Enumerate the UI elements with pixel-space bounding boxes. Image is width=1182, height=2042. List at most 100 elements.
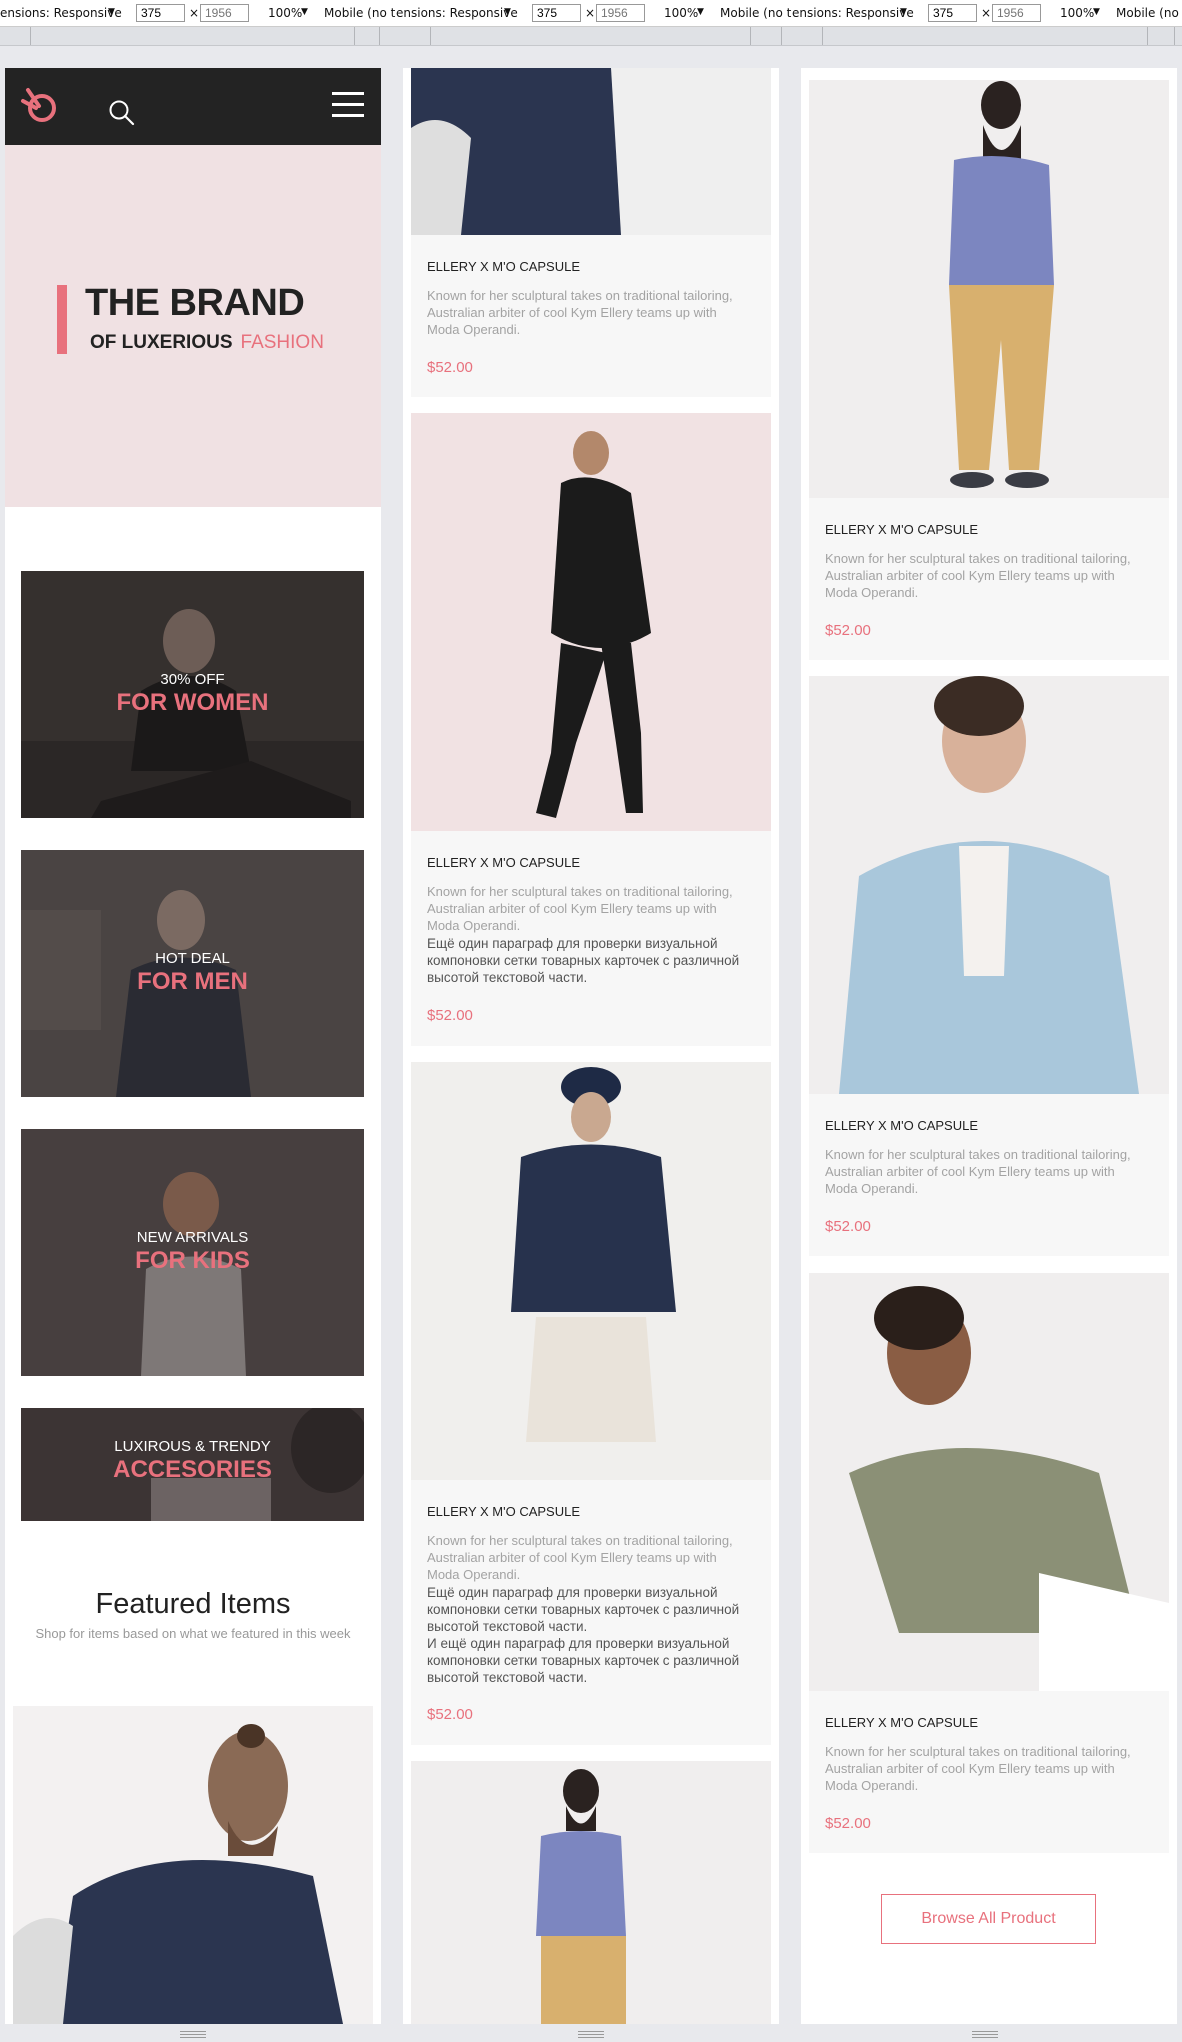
product-card: ELLERY X M'O CAPSULE Known for her sculp… <box>411 1480 771 1745</box>
product-price: $52.00 <box>427 1007 473 1024</box>
product-price: $52.00 <box>825 1815 871 1832</box>
product-title[interactable]: ELLERY X M'O CAPSULE <box>825 522 978 537</box>
hero-subtitle-a: OF LUXERIOUS <box>90 332 233 353</box>
ruler <box>396 27 792 46</box>
dimensions-label[interactable]: ensions: Responsive <box>396 6 518 20</box>
device-mode-label[interactable]: Mobile (no t <box>720 6 791 20</box>
category-men[interactable]: HOT DEAL FOR MEN <box>21 850 364 1097</box>
product-price: $52.00 <box>825 1218 871 1235</box>
product-title[interactable]: ELLERY X M'O CAPSULE <box>427 259 580 274</box>
zoom-select[interactable]: 100% <box>1060 6 1094 20</box>
product-extra-text-2: И ещё один параграф для проверки визуаль… <box>427 1636 740 1685</box>
dimensions-label[interactable]: ensions: Responsive <box>0 6 122 20</box>
width-input[interactable] <box>532 4 581 22</box>
category-kids-line2: FOR KIDS <box>135 1247 250 1274</box>
dropdown-arrow-icon[interactable]: ▼ <box>301 7 308 17</box>
product-image[interactable] <box>411 413 771 831</box>
product-extra-text: Ещё один параграф для проверки визуально… <box>427 936 740 985</box>
device-mode-label[interactable]: Mobile (no t <box>1116 6 1182 20</box>
product-price: $52.00 <box>427 359 473 376</box>
dropdown-arrow-icon[interactable]: ▼ <box>900 7 907 17</box>
panel-1: ensions: Responsive ▼ × 100% ▼ Mobile (n… <box>0 0 396 2042</box>
resize-handle[interactable] <box>972 2031 998 2038</box>
category-accessories-line2: ACCESORIES <box>113 1456 272 1483</box>
product-title[interactable]: ELLERY X M'O CAPSULE <box>427 1504 580 1519</box>
mobile-viewport: THE BRAND OF LUXERIOUS FASHION 30% OFF FO… <box>5 68 381 2024</box>
width-input[interactable] <box>136 4 185 22</box>
height-input[interactable] <box>200 4 249 22</box>
product-description: Known for her sculptural takes on tradit… <box>427 1533 733 1582</box>
height-input[interactable] <box>992 4 1041 22</box>
product-image[interactable] <box>13 1706 373 2024</box>
product-title[interactable]: ELLERY X M'O CAPSULE <box>825 1118 978 1133</box>
category-men-line1: HOT DEAL <box>155 950 230 967</box>
search-icon[interactable] <box>107 98 137 128</box>
category-accessories-line1: LUXIROUS & TRENDY <box>114 1438 271 1455</box>
category-men-line2: FOR MEN <box>137 968 248 995</box>
mobile-viewport: ELLERY X M'O CAPSULE Known for her sculp… <box>403 68 779 2024</box>
site-header <box>5 68 381 145</box>
featured-title: Featured Items <box>95 1588 291 1620</box>
man-hoodie-photo <box>511 1067 676 1442</box>
woman-striped-shirt-photo <box>849 1286 1169 1691</box>
devtools-toolbar: ensions: Responsive ▼ × 100% ▼ Mobile (n… <box>0 0 396 27</box>
product-card: ELLERY X M'O CAPSULE Known for her sculp… <box>809 498 1169 660</box>
hero-accent-bar <box>57 285 67 354</box>
product-description: Known for her sculptural takes on tradit… <box>427 884 733 933</box>
product-price: $52.00 <box>825 622 871 639</box>
product-image[interactable] <box>809 80 1169 498</box>
zoom-select[interactable]: 100% <box>664 6 698 20</box>
product-image[interactable] <box>809 1273 1169 1691</box>
product-description: Known for her sculptural takes on tradit… <box>825 551 1131 600</box>
resize-handle[interactable] <box>180 2031 206 2038</box>
man-blue-tee-photo <box>949 81 1054 488</box>
woman-black-outfit-photo <box>536 431 651 818</box>
ruler <box>792 27 1182 46</box>
resize-handle[interactable] <box>578 2031 604 2038</box>
panel-3: ensions: Responsive ▼ × 100% ▼ Mobile (n… <box>792 0 1182 2042</box>
panel-2: ensions: Responsive ▼ × 100% ▼ Mobile (n… <box>396 0 792 2042</box>
hero-subtitle: OF LUXERIOUS FASHION <box>90 332 324 354</box>
category-women[interactable]: 30% OFF FOR WOMEN <box>21 571 364 818</box>
dropdown-arrow-icon[interactable]: ▼ <box>108 7 115 17</box>
product-card: ELLERY X M'O CAPSULE Known for her sculp… <box>809 1094 1169 1256</box>
product-card: ELLERY X M'O CAPSULE Known for her sculp… <box>411 831 771 1046</box>
dropdown-arrow-icon[interactable]: ▼ <box>1093 7 1100 17</box>
man-blue-tee-photo <box>536 1769 626 2024</box>
dimensions-label[interactable]: ensions: Responsive <box>792 6 914 20</box>
menu-icon[interactable] <box>332 92 364 118</box>
height-input[interactable] <box>596 4 645 22</box>
product-image[interactable] <box>411 1761 771 2024</box>
product-image[interactable] <box>411 1062 771 1480</box>
brand-logo[interactable] <box>19 84 59 124</box>
dropdown-arrow-icon[interactable]: ▼ <box>504 7 511 17</box>
product-card: ELLERY X M'O CAPSULE Known for her sculp… <box>809 1691 1169 1853</box>
device-mode-label[interactable]: Mobile (no t <box>324 6 395 20</box>
category-kids[interactable]: NEW ARRIVALS FOR KIDS <box>21 1129 364 1376</box>
category-accessories[interactable]: LUXIROUS & TRENDY ACCESORIES <box>21 1408 364 1521</box>
times-symbol: × <box>189 6 200 20</box>
product-extra-text: Ещё один параграф для проверки визуально… <box>427 1585 740 1634</box>
width-input[interactable] <box>928 4 977 22</box>
ruler <box>0 27 396 46</box>
product-description: Known for her sculptural takes on tradit… <box>427 288 733 337</box>
category-women-line2: FOR WOMEN <box>116 689 269 716</box>
product-image[interactable] <box>411 68 771 235</box>
category-women-line1: 30% OFF <box>160 671 225 688</box>
product-image[interactable] <box>809 676 1169 1094</box>
product-title[interactable]: ELLERY X M'O CAPSULE <box>427 855 580 870</box>
times-symbol: × <box>981 6 992 20</box>
category-kids-line1: NEW ARRIVALS <box>136 1229 249 1246</box>
hero-title: THE BRAND <box>85 282 305 324</box>
bearded-man-photo <box>13 1724 343 2024</box>
times-symbol: × <box>585 6 596 20</box>
woman-blue-blazer-photo <box>839 676 1139 1094</box>
product-description: Known for her sculptural takes on tradit… <box>825 1744 1131 1793</box>
mobile-viewport: ELLERY X M'O CAPSULE Known for her sculp… <box>801 68 1177 2024</box>
product-title[interactable]: ELLERY X M'O CAPSULE <box>825 1715 978 1730</box>
dropdown-arrow-icon[interactable]: ▼ <box>697 7 704 17</box>
zoom-select[interactable]: 100% <box>268 6 302 20</box>
product-description: Known for her sculptural takes on tradit… <box>825 1147 1131 1196</box>
browse-all-button[interactable]: Browse All Product <box>881 1894 1096 1944</box>
featured-subtitle: Shop for items based on what we featured… <box>35 1626 351 1641</box>
